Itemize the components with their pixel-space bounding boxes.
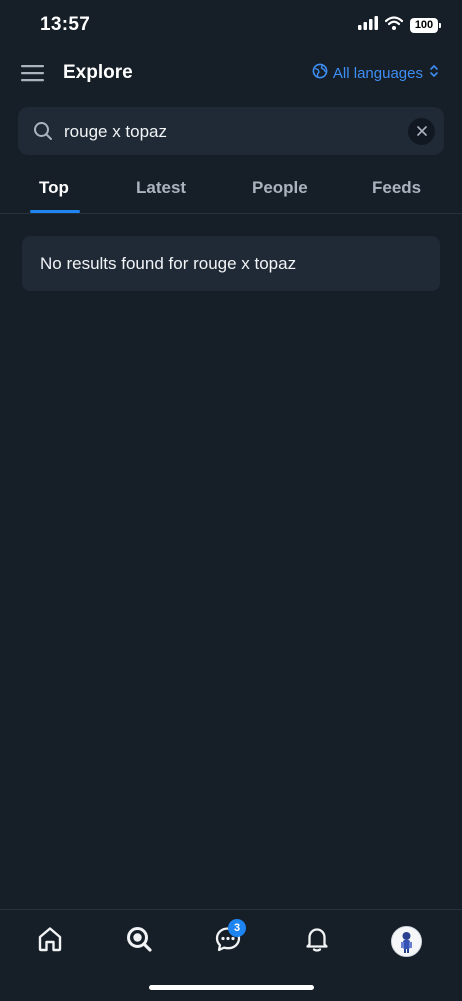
- tab-bar: Top Latest People Feeds: [0, 166, 462, 214]
- home-indicator: [149, 985, 314, 990]
- chevron-up-down-icon: [428, 64, 440, 82]
- language-select[interactable]: All languages: [312, 63, 440, 83]
- tab-feeds[interactable]: Feeds: [372, 178, 421, 198]
- search-input[interactable]: [62, 107, 406, 157]
- nav-notifications[interactable]: [297, 924, 337, 958]
- status-time: 13:57: [40, 14, 91, 35]
- page-title: Explore: [63, 62, 133, 83]
- header: Explore All languages: [0, 52, 462, 96]
- menu-icon[interactable]: [21, 63, 45, 83]
- search-box: [18, 107, 444, 157]
- globe-icon: [312, 63, 328, 83]
- tab-people[interactable]: People: [252, 178, 308, 198]
- tab-top[interactable]: Top: [39, 178, 69, 198]
- active-tab-indicator: [30, 210, 80, 213]
- messages-badge: 3: [228, 919, 246, 937]
- status-icons: 100: [358, 15, 441, 35]
- nav-search[interactable]: [119, 924, 159, 958]
- close-icon: [416, 123, 427, 141]
- nav-profile[interactable]: [386, 924, 426, 958]
- battery-icon: 100: [410, 17, 441, 33]
- signal-icon: [358, 15, 378, 35]
- bell-icon: [303, 925, 331, 958]
- search-icon: [33, 121, 53, 146]
- empty-results-card: No results found for rouge x topaz: [22, 236, 440, 291]
- tab-latest[interactable]: Latest: [136, 178, 186, 198]
- wifi-icon: [384, 15, 404, 35]
- home-icon: [36, 925, 64, 958]
- nav-home[interactable]: [30, 924, 70, 958]
- status-bar: 13:57 100: [0, 0, 462, 50]
- language-select-label: All languages: [332, 64, 423, 82]
- clear-search-button[interactable]: [408, 118, 435, 145]
- search-icon: [125, 925, 153, 958]
- avatar: [390, 925, 422, 957]
- empty-results-message: No results found for rouge x topaz: [40, 254, 297, 273]
